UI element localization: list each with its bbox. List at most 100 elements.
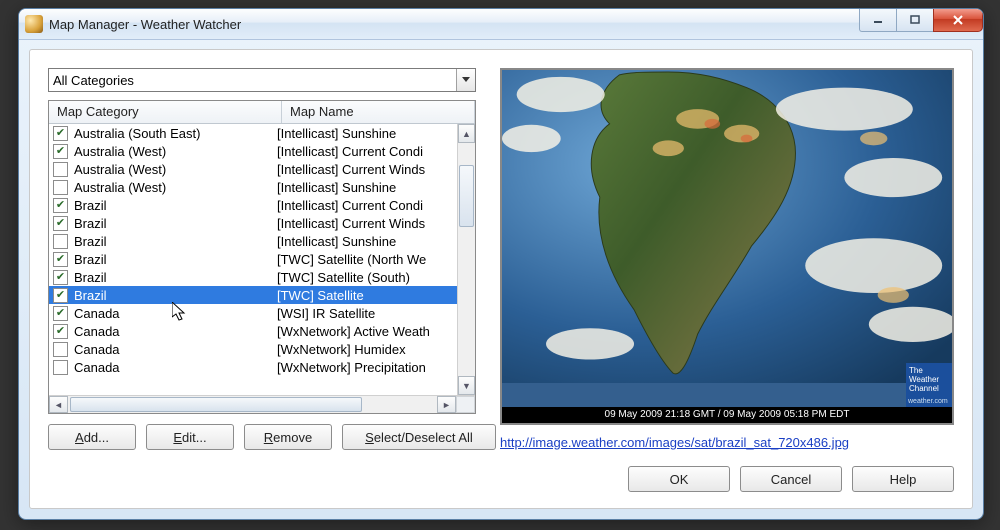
checkbox[interactable]: ✔ [53, 216, 68, 231]
client-area: All Categories Map Category Map Name ✔Au… [29, 49, 973, 509]
list-action-buttons: Add... Edit... Remove Select/Deselect Al… [48, 424, 476, 450]
scroll-corner [456, 396, 475, 413]
checkbox[interactable] [53, 162, 68, 177]
checkbox[interactable]: ✔ [53, 252, 68, 267]
add-button[interactable]: Add... [48, 424, 136, 450]
cell-category: Brazil [74, 252, 107, 267]
dialog-buttons: OK Cancel Help [628, 466, 954, 492]
map-preview-image: The Weather Channel weather.com 09 May 2… [500, 68, 954, 425]
cell-map-name: [WxNetwork] Humidex [277, 342, 457, 357]
cell-category: Canada [74, 360, 120, 375]
scroll-down-button[interactable]: ▼ [458, 376, 475, 395]
checkbox[interactable]: ✔ [53, 324, 68, 339]
checkbox[interactable]: ✔ [53, 126, 68, 141]
table-row[interactable]: ✔ Brazil [Intellicast] Current Winds [49, 214, 457, 232]
cell-category: Brazil [74, 216, 107, 231]
cell-category: Brazil [74, 288, 107, 303]
window-controls [860, 9, 983, 32]
table-row[interactable]: ✔ Brazil [TWC] Satellite (North We [49, 250, 457, 268]
preview-timestamp: 09 May 2009 21:18 GMT / 09 May 2009 05:1… [502, 407, 952, 423]
category-filter-combo[interactable]: All Categories [48, 68, 476, 92]
weather-channel-badge: The Weather Channel weather.com [906, 363, 952, 407]
cell-category: Brazil [74, 198, 107, 213]
help-button[interactable]: Help [852, 466, 954, 492]
checkbox[interactable] [53, 360, 68, 375]
checkbox[interactable]: ✔ [53, 288, 68, 303]
right-pane: The Weather Channel weather.com 09 May 2… [500, 68, 954, 450]
horizontal-scrollbar[interactable]: ◄ ► [49, 395, 475, 413]
table-row[interactable]: ✔ Australia (South East) [Intellicast] Sun… [49, 124, 457, 142]
content-area: All Categories Map Category Map Name ✔Au… [48, 68, 954, 450]
maximize-icon [910, 15, 920, 25]
vscroll-track[interactable] [458, 141, 475, 378]
table-row[interactable]: ✔ Canada [WxNetwork] Active Weath [49, 322, 457, 340]
titlebar[interactable]: Map Manager - Weather Watcher [19, 9, 983, 40]
table-row[interactable]: Canada [WxNetwork] Humidex [49, 340, 457, 358]
scroll-left-button[interactable]: ◄ [49, 396, 68, 413]
checkbox[interactable]: ✔ [53, 198, 68, 213]
cell-category: Australia (West) [74, 162, 166, 177]
cell-map-name: [WxNetwork] Precipitation [277, 360, 457, 375]
hscroll-track[interactable] [68, 396, 437, 413]
cell-map-name: [TWC] Satellite [277, 288, 457, 303]
select-deselect-all-button[interactable]: Select/Deselect All [342, 424, 496, 450]
cell-map-name: [Intellicast] Current Condi [277, 198, 457, 213]
window-title: Map Manager - Weather Watcher [49, 17, 241, 32]
close-button[interactable] [933, 9, 983, 32]
table-row[interactable]: ✔Canada[WSI] IR Satellite [49, 304, 457, 322]
table-row[interactable]: Australia (West) [Intellicast] Current Wi… [49, 160, 457, 178]
listview-body[interactable]: ✔ Australia (South East) [Intellicast] Sun… [49, 124, 457, 395]
satellite-map-icon [502, 70, 952, 383]
cell-category: Canada [74, 342, 120, 357]
scroll-right-button[interactable]: ► [437, 396, 456, 413]
cell-category: Canada [74, 324, 120, 339]
cell-category: Brazil [74, 234, 107, 249]
preview-link-row: http://image.weather.com/images/sat/braz… [500, 435, 954, 450]
checkbox[interactable] [53, 180, 68, 195]
cell-map-name: [Intellicast] Sunshine [277, 234, 457, 249]
table-row[interactable]: ✔ Brazil [TWC] Satellite [49, 286, 457, 304]
cell-map-name: [Intellicast] Sunshine [277, 126, 457, 141]
left-pane: All Categories Map Category Map Name ✔Au… [48, 68, 476, 450]
combo-value: All Categories [53, 73, 134, 88]
cell-category: Brazil [74, 270, 107, 285]
cell-map-name: [WxNetwork] Active Weath [277, 324, 457, 339]
checkbox[interactable] [53, 234, 68, 249]
cell-category: Australia (West) [74, 180, 166, 195]
checkbox[interactable]: ✔ [53, 306, 68, 321]
ok-button[interactable]: OK [628, 466, 730, 492]
cell-category: Australia (South East) [74, 126, 200, 141]
cell-map-name: [Intellicast] Current Winds [277, 162, 457, 177]
minimize-button[interactable] [859, 9, 897, 32]
edit-button[interactable]: Edit... [146, 424, 234, 450]
hscroll-thumb[interactable] [70, 397, 362, 412]
cell-map-name: [Intellicast] Current Condi [277, 144, 457, 159]
table-row[interactable]: ✔Australia (West)[Intellicast] Current C… [49, 142, 457, 160]
checkbox[interactable]: ✔ [53, 144, 68, 159]
cell-map-name: [TWC] Satellite (South) [277, 270, 457, 285]
table-row[interactable]: ✔ Brazil [Intellicast] Current Condi [49, 196, 457, 214]
cell-map-name: [Intellicast] Sunshine [277, 180, 457, 195]
table-row[interactable]: Brazil [Intellicast] Sunshine [49, 232, 457, 250]
remove-button[interactable]: Remove [244, 424, 332, 450]
minimize-icon [873, 15, 883, 25]
app-icon [25, 15, 43, 33]
cell-category: Canada [74, 306, 120, 321]
column-header-category[interactable]: Map Category [49, 101, 282, 123]
cancel-button[interactable]: Cancel [740, 466, 842, 492]
column-header-name[interactable]: Map Name [282, 101, 475, 123]
checkbox[interactable] [53, 342, 68, 357]
vertical-scrollbar[interactable]: ▲ ▼ [457, 124, 475, 395]
image-source-link[interactable]: http://image.weather.com/images/sat/braz… [500, 435, 849, 450]
table-row[interactable]: Canada [WxNetwork] Precipitation [49, 358, 457, 376]
cell-map-name: [TWC] Satellite (North We [277, 252, 457, 267]
listview-header[interactable]: Map Category Map Name [49, 101, 475, 124]
vscroll-thumb[interactable] [459, 165, 474, 227]
map-listview[interactable]: Map Category Map Name ✔ Australia (South … [48, 100, 476, 414]
table-row[interactable]: ✔ Brazil [TWC] Satellite (South) [49, 268, 457, 286]
cell-map-name: [Intellicast] Current Winds [277, 216, 457, 231]
chevron-down-icon [456, 69, 475, 91]
maximize-button[interactable] [896, 9, 934, 32]
checkbox[interactable]: ✔ [53, 270, 68, 285]
table-row[interactable]: Australia (West) [Intellicast] Sunshine [49, 178, 457, 196]
